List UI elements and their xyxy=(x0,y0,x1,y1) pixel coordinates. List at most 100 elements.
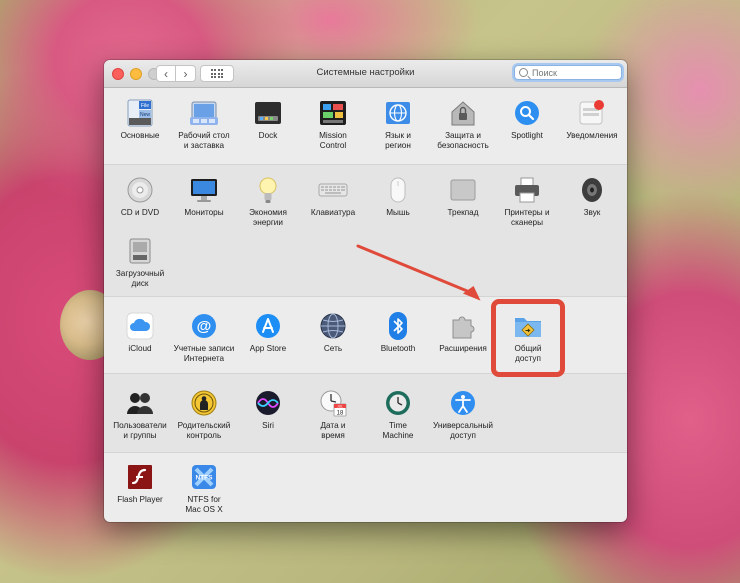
pref-desktop[interactable]: Рабочий стол и заставка xyxy=(170,98,238,150)
pref-spotlight[interactable]: Spotlight xyxy=(493,98,561,141)
pref-app-store[interactable]: App Store xyxy=(234,311,302,354)
pref-label: Рабочий стол и заставка xyxy=(178,131,230,150)
pref-label: Мониторы xyxy=(184,208,224,217)
pref-label: Flash Player xyxy=(117,495,163,504)
pref-label: Mission Control xyxy=(319,131,347,150)
pref-label: Spotlight xyxy=(511,131,543,140)
pref-energy[interactable]: Экономия энергии xyxy=(234,175,302,227)
mouse-icon xyxy=(383,175,413,205)
users-icon xyxy=(125,388,155,418)
pref-extensions[interactable]: Расширения xyxy=(429,311,497,354)
pref-flash-player[interactable]: Flash Player xyxy=(106,462,174,505)
pref-bluetooth[interactable]: Bluetooth xyxy=(364,311,432,354)
pref-label: Time Machine xyxy=(382,421,414,440)
pref-label: Уведомления xyxy=(566,131,618,140)
pref-label: Дата и время xyxy=(320,421,346,440)
pref-sound[interactable]: Звук xyxy=(558,175,626,218)
pref-notifications[interactable]: Уведомления xyxy=(558,98,626,141)
ntfs-icon: NTFS xyxy=(189,462,219,492)
calendar-month-text: JUL xyxy=(337,404,343,408)
accessibility-icon xyxy=(448,388,478,418)
pref-label: Звук xyxy=(583,208,601,217)
pref-label: Экономия энергии xyxy=(249,208,287,227)
pref-label: App Store xyxy=(249,344,287,353)
spotlight-icon xyxy=(512,98,542,128)
pref-label: Dock xyxy=(258,131,278,140)
pref-mouse[interactable]: Мышь xyxy=(364,175,432,218)
globe-icon xyxy=(318,311,348,341)
dock-icon xyxy=(253,98,283,128)
pref-label: CD и DVD xyxy=(120,208,160,217)
sharing-highlight-box xyxy=(491,299,565,377)
search-input[interactable] xyxy=(532,67,617,78)
pref-date-time[interactable]: JUL 18 Дата и время xyxy=(299,388,367,440)
pref-parental-controls[interactable]: Родительский контроль xyxy=(170,388,238,440)
speaker-icon xyxy=(577,175,607,205)
lightbulb-icon xyxy=(253,175,283,205)
mission-control-icon xyxy=(318,98,348,128)
pref-keyboard[interactable]: Клавиатура xyxy=(299,175,367,218)
time-machine-icon xyxy=(383,388,413,418)
pref-label: Мышь xyxy=(386,208,410,217)
pref-language[interactable]: Язык и регион xyxy=(364,98,432,150)
pref-label: Трекпад xyxy=(447,208,479,217)
keyboard-icon xyxy=(318,175,348,205)
desktop-icon xyxy=(189,98,219,128)
pref-startup-disk[interactable]: Загрузочный диск xyxy=(106,236,174,288)
bluetooth-icon xyxy=(383,311,413,341)
svg-text:@: @ xyxy=(197,318,212,335)
notifications-icon xyxy=(577,98,607,128)
puzzle-icon xyxy=(448,311,478,341)
pref-label: Расширения xyxy=(439,344,487,353)
ntfs-icon-text: NTFS xyxy=(196,475,214,482)
hard-drive-icon xyxy=(125,236,155,266)
pref-users-groups[interactable]: Пользователи и группы xyxy=(106,388,174,440)
pref-label: Учетные записи Интернета xyxy=(173,344,235,363)
trackpad-icon xyxy=(448,175,478,205)
pref-label: Загрузочный диск xyxy=(115,269,165,288)
parental-controls-icon xyxy=(189,388,219,418)
calendar-day-text: 18 xyxy=(337,411,344,417)
pref-label: Защита и безопасность xyxy=(437,131,489,150)
search-icon xyxy=(519,68,528,77)
pref-label: Клавиатура xyxy=(310,208,356,217)
pref-label: Язык и регион xyxy=(385,131,411,150)
app-store-icon xyxy=(253,311,283,341)
pref-security[interactable]: Защита и безопасность xyxy=(429,98,497,150)
pref-time-machine[interactable]: Time Machine xyxy=(364,388,432,440)
pref-icloud[interactable]: iCloud xyxy=(106,311,174,354)
pref-siri[interactable]: Siri xyxy=(234,388,302,431)
pref-ntfs[interactable]: NTFS NTFS for Mac OS X xyxy=(170,462,238,514)
house-lock-icon xyxy=(448,98,478,128)
flash-player-icon xyxy=(125,462,155,492)
pref-mission-control[interactable]: Mission Control xyxy=(299,98,367,150)
pref-label: NTFS for Mac OS X xyxy=(185,495,223,514)
monitor-icon xyxy=(189,175,219,205)
icloud-icon xyxy=(125,311,155,341)
general-new-text: New xyxy=(140,112,150,118)
printer-icon xyxy=(512,175,542,205)
pref-label: Основные xyxy=(120,131,160,140)
search-field[interactable] xyxy=(514,65,622,80)
at-sign-icon: @ xyxy=(189,311,219,341)
language-region-icon xyxy=(383,98,413,128)
pref-label: Пользователи и группы xyxy=(113,421,167,440)
title-bar: ‹ › Системные настройки xyxy=(104,60,627,88)
pref-cd-dvd[interactable]: CD и DVD xyxy=(106,175,174,218)
pref-printers[interactable]: Принтеры и сканеры xyxy=(493,175,561,227)
general-file-text: File xyxy=(141,103,149,109)
siri-icon xyxy=(253,388,283,418)
pref-general[interactable]: File New Основные xyxy=(106,98,174,141)
pref-accessibility[interactable]: Универсальный доступ xyxy=(429,388,497,440)
pref-label: Родительский контроль xyxy=(177,421,231,440)
pref-displays[interactable]: Мониторы xyxy=(170,175,238,218)
pref-dock[interactable]: Dock xyxy=(234,98,302,141)
pref-label: Bluetooth xyxy=(380,344,416,353)
general-icon: File New xyxy=(125,98,155,128)
clock-calendar-icon: JUL 18 xyxy=(318,388,348,418)
pref-internet-accounts[interactable]: @ Учетные записи Интернета xyxy=(170,311,238,363)
pref-label: Сеть xyxy=(323,344,343,353)
pref-label: Siri xyxy=(262,421,274,430)
pref-network[interactable]: Сеть xyxy=(299,311,367,354)
pref-trackpad[interactable]: Трекпад xyxy=(429,175,497,218)
